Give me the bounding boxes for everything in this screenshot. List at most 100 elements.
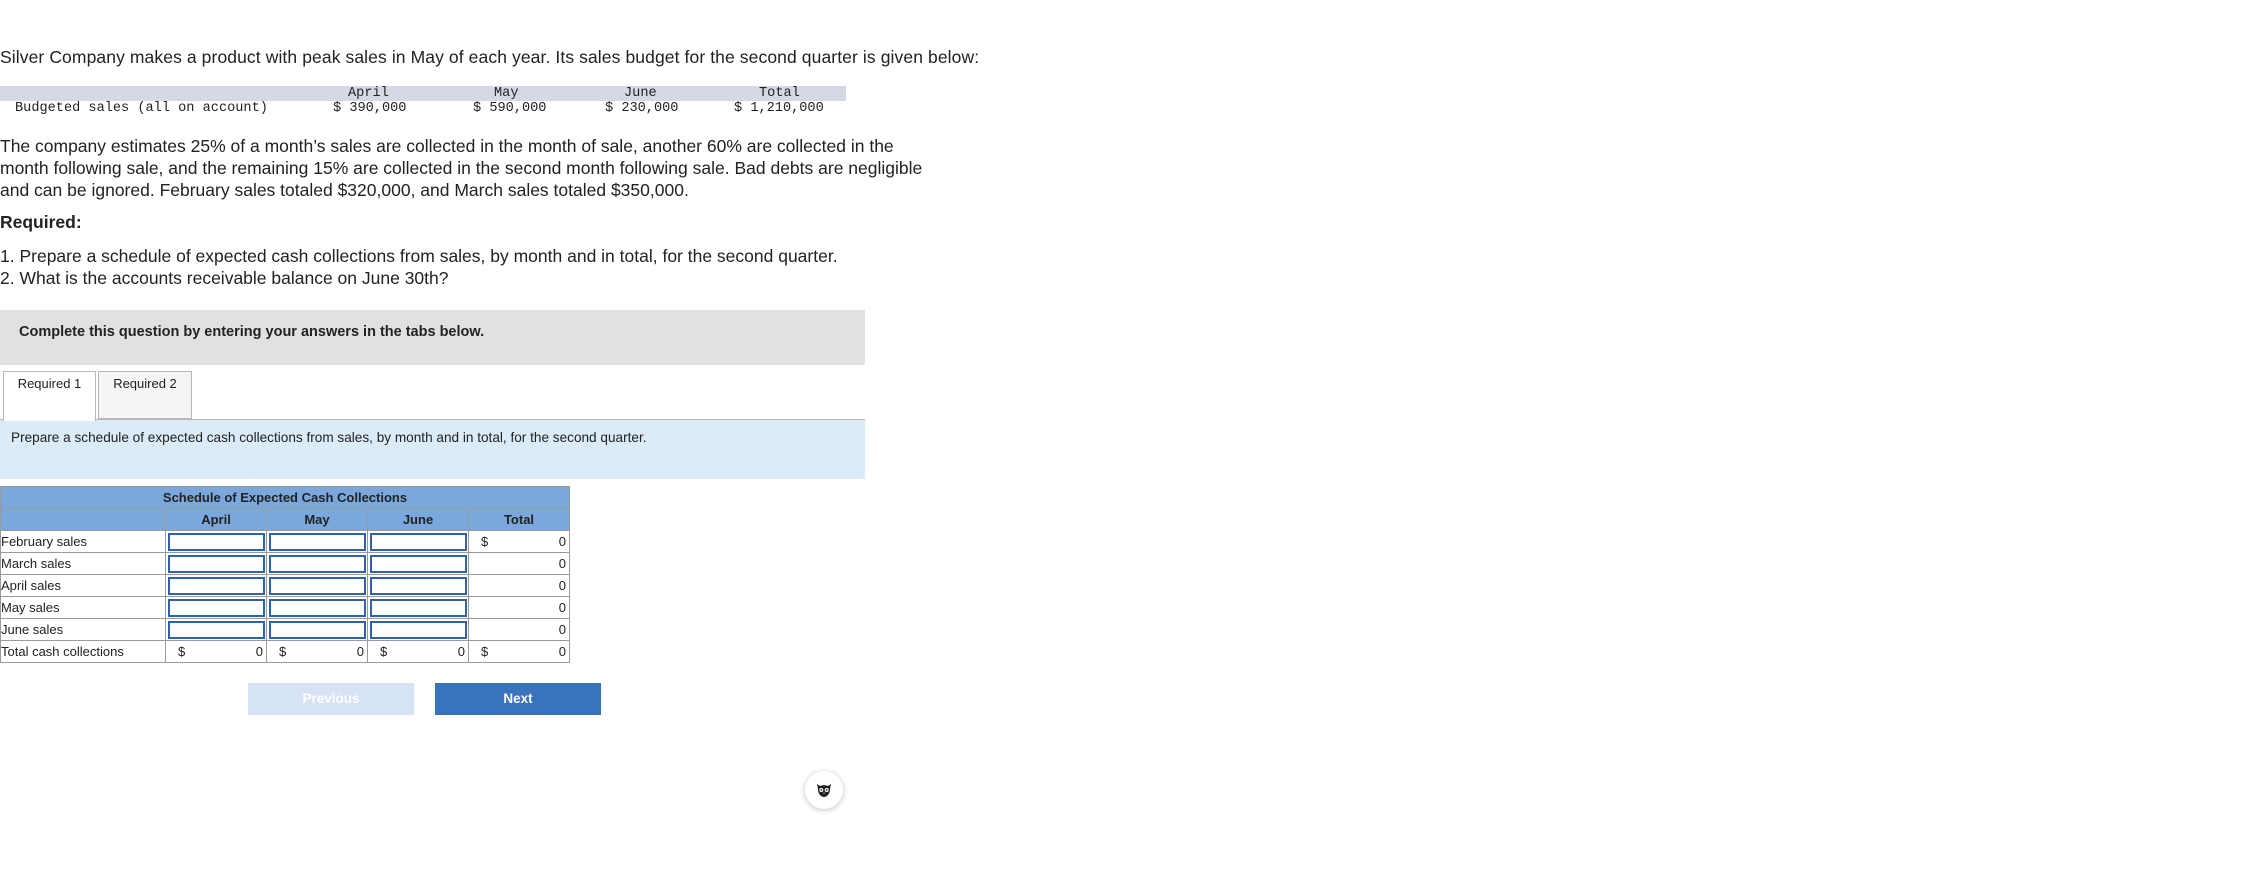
grand-total-cell: $0 (468, 640, 570, 663)
assistant-button[interactable] (805, 771, 843, 809)
total-cell: $0 (468, 530, 570, 553)
problem-intro: Silver Company makes a product with peak… (0, 47, 980, 67)
dollar-sign: $ (380, 644, 388, 659)
total-value: 0 (558, 556, 566, 571)
budget-value-april: $ 390,000 (333, 101, 407, 116)
budget-header-june: June (624, 86, 657, 101)
budget-row: Budgeted sales (all on account) $ 390,00… (0, 101, 846, 117)
may-june-input[interactable] (370, 599, 467, 617)
total-april-value: 0 (255, 644, 263, 659)
tab-required-1[interactable]: Required 1 (3, 371, 96, 421)
required-heading: Required: (0, 212, 82, 232)
feb-may-input[interactable] (269, 533, 366, 551)
tab-prompt: Prepare a schedule of expected cash coll… (0, 420, 865, 479)
instruction-banner: Complete this question by entering your … (0, 310, 865, 365)
tab-required-1-label: Required 1 (17, 376, 82, 391)
budget-header-row: April May June Total (0, 86, 846, 101)
mar-june-input[interactable] (370, 555, 467, 573)
total-cell: 0 (468, 618, 570, 641)
dollar-sign: $ (178, 644, 186, 659)
total-row-label: Total cash collections (0, 640, 166, 663)
row-label: June sales (0, 618, 166, 641)
next-button[interactable]: Next (435, 683, 601, 715)
owl-icon (817, 784, 831, 797)
jun-may-input[interactable] (269, 621, 366, 639)
dollar-sign: $ (279, 644, 287, 659)
input-cell (266, 574, 368, 597)
collection-assumptions: The company estimates 25% of a month’s s… (0, 136, 923, 200)
may-may-input[interactable] (269, 599, 366, 617)
total-value: 0 (558, 600, 566, 615)
input-cell (266, 530, 368, 553)
input-cell (367, 618, 469, 641)
tab-prompt-text: Prepare a schedule of expected cash coll… (11, 430, 647, 445)
input-cell (165, 530, 267, 553)
table-row: February sales $0 (0, 530, 570, 553)
col-april: April (165, 508, 267, 531)
row-label: March sales (0, 552, 166, 575)
input-cell (165, 574, 267, 597)
cash-collections-schedule: Schedule of Expected Cash Collections Ap… (0, 486, 570, 663)
table-row: March sales 0 (0, 552, 570, 575)
col-may: May (266, 508, 368, 531)
total-row: Total cash collections $0 $0 $0 $0 (0, 640, 570, 663)
mar-april-input[interactable] (168, 555, 265, 573)
table-row: May sales 0 (0, 596, 570, 619)
table-row: April sales 0 (0, 574, 570, 597)
total-value: 0 (558, 534, 566, 549)
schedule-title: Schedule of Expected Cash Collections (0, 486, 570, 509)
row-label: April sales (0, 574, 166, 597)
input-cell (266, 618, 368, 641)
dollar-sign: $ (481, 644, 489, 659)
input-cell (266, 552, 368, 575)
col-total: Total (468, 508, 570, 531)
table-row: June sales 0 (0, 618, 570, 641)
previous-button[interactable]: Previous (248, 683, 414, 715)
input-cell (165, 618, 267, 641)
schedule-corner (0, 508, 166, 531)
total-cell: 0 (468, 596, 570, 619)
feb-june-input[interactable] (370, 533, 467, 551)
budget-value-june: $ 230,000 (605, 101, 679, 116)
total-june-cell: $0 (367, 640, 469, 663)
budget-value-total: $ 1,210,000 (734, 101, 824, 116)
total-cell: 0 (468, 552, 570, 575)
input-cell (165, 596, 267, 619)
mar-may-input[interactable] (269, 555, 366, 573)
budget-header-april: April (348, 86, 389, 101)
may-april-input[interactable] (168, 599, 265, 617)
apr-april-input[interactable] (168, 577, 265, 595)
instruction-text: Complete this question by entering your … (19, 324, 485, 340)
tab-required-2[interactable]: Required 2 (98, 371, 192, 419)
grand-total-value: 0 (558, 644, 566, 659)
sales-budget-table: April May June Total Budgeted sales (all… (0, 86, 846, 117)
total-value: 0 (558, 578, 566, 593)
requirement-1: 1. Prepare a schedule of expected cash c… (0, 246, 838, 266)
input-cell (367, 552, 469, 575)
row-label: May sales (0, 596, 166, 619)
input-cell (367, 574, 469, 597)
dollar-sign: $ (481, 534, 489, 549)
input-cell (165, 552, 267, 575)
col-june: June (367, 508, 469, 531)
input-cell (266, 596, 368, 619)
tab-required-2-label: Required 2 (113, 376, 177, 391)
apr-may-input[interactable] (269, 577, 366, 595)
total-value: 0 (558, 622, 566, 637)
budget-header-total: Total (759, 86, 800, 101)
requirement-2: 2. What is the accounts receivable balan… (0, 268, 449, 288)
total-june-value: 0 (457, 644, 465, 659)
requirements-list: 1. Prepare a schedule of expected cash c… (0, 245, 838, 289)
row-label: February sales (0, 530, 166, 553)
total-may-value: 0 (356, 644, 364, 659)
budget-header-may: May (494, 86, 519, 101)
apr-june-input[interactable] (370, 577, 467, 595)
input-cell (367, 596, 469, 619)
total-april-cell: $0 (165, 640, 267, 663)
jun-june-input[interactable] (370, 621, 467, 639)
jun-april-input[interactable] (168, 621, 265, 639)
total-may-cell: $0 (266, 640, 368, 663)
total-cell: 0 (468, 574, 570, 597)
input-cell (367, 530, 469, 553)
feb-april-input[interactable] (168, 533, 265, 551)
